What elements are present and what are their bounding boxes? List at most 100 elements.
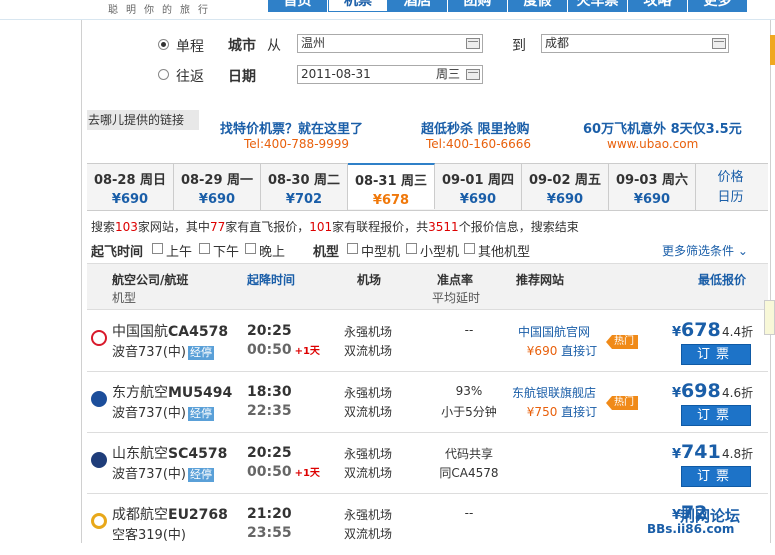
next-day-tag: +1天 [294, 346, 320, 357]
flight-airline[interactable]: 东方航空MU5494 [112, 382, 232, 402]
return-radio[interactable] [158, 69, 169, 80]
date-cell[interactable]: 08-28 周日 ¥690 [87, 164, 174, 210]
calendar-icon[interactable] [466, 69, 480, 80]
departure-airport: 永强机场 [344, 386, 393, 400]
afternoon-checkbox[interactable] [199, 243, 210, 254]
col-delay: 平均延时 [432, 291, 481, 305]
to-picker-icon[interactable] [712, 38, 726, 49]
arrival-time: 22:35 [247, 403, 295, 419]
from-picker-icon[interactable] [466, 38, 480, 49]
lowest-price-value: 741 [681, 441, 721, 463]
oneway-label: 单程 [176, 39, 204, 55]
date-cell[interactable]: 09-01 周四 ¥690 [435, 164, 522, 210]
flight-airline[interactable]: 山东航空SC4578 [112, 443, 227, 463]
ontime-rate: 93% [455, 384, 483, 398]
oneway-radio[interactable] [158, 39, 169, 50]
col-airport: 机场 [357, 273, 382, 287]
average-delay: 小于5分钟 [441, 405, 497, 419]
lowest-price[interactable]: ¥698 [672, 380, 721, 402]
stopover-badge[interactable]: 经停 [187, 468, 214, 482]
tab-vacation[interactable]: 度假 [508, 0, 568, 12]
mid-plane-label: 中型机 [361, 245, 401, 260]
sponsored-label: 去哪儿提供的链接 [87, 110, 199, 130]
stopover-badge[interactable]: 经停 [187, 407, 214, 421]
tab-more[interactable]: 更多 [688, 0, 748, 12]
china-eastern-logo-icon [91, 391, 107, 407]
col-times-sort[interactable]: 起降时间 [247, 271, 295, 288]
afternoon-label: 下午 [213, 245, 240, 260]
ontime-rate: -- [464, 323, 474, 337]
site-offer[interactable]: ¥690 直接订 [507, 342, 617, 359]
other-plane-checkbox[interactable] [464, 243, 475, 254]
tab-guides[interactable]: 攻略 [628, 0, 688, 12]
date-input[interactable]: 2011-08-31 周三 [297, 65, 483, 84]
departure-airport: 永强机场 [344, 447, 393, 461]
stopover-badge[interactable]: 经停 [187, 346, 214, 360]
from-label: 从 [267, 38, 281, 54]
from-city-input[interactable]: 温州 [297, 34, 483, 53]
tab-hotels[interactable]: 酒店 [388, 0, 448, 12]
date-cell-selected[interactable]: 08-31 周三 ¥678 [348, 163, 435, 209]
recommended-site[interactable]: 中国国航官网 [499, 323, 609, 340]
tab-groupbuy[interactable]: 团购 [448, 0, 508, 12]
summary-count: 101 [309, 220, 333, 234]
arrival-time-text: 00:50 [247, 342, 292, 358]
flight-airline[interactable]: 中国国航CA4578 [112, 321, 228, 341]
lowest-price[interactable]: ¥678 [672, 319, 721, 341]
book-button[interactable]: 订票 [681, 344, 751, 365]
ad-title-2[interactable]: 超低秒杀 限里抢购 [421, 118, 530, 137]
evening-checkbox[interactable] [245, 243, 256, 254]
date-cell-date: 08-31 周三 [354, 174, 428, 189]
summary-text: 家有直飞报价， [225, 220, 310, 234]
ad-phone-2[interactable]: Tel:400-160-6666 [426, 137, 531, 151]
recommended-site[interactable]: 东航银联旗舰店 [499, 384, 609, 401]
site-action: 直接订 [561, 405, 598, 419]
to-city-input[interactable]: 成都 [541, 34, 729, 53]
ad-title-1[interactable]: 找特价机票？就在这里了 [220, 118, 363, 137]
date-cell[interactable]: 08-29 周一 ¥690 [174, 164, 261, 210]
arrival-time: 23:55 [247, 525, 292, 541]
right-edge-tab[interactable] [770, 35, 775, 65]
mid-plane-checkbox[interactable] [347, 243, 358, 254]
right-side-widget[interactable] [764, 300, 775, 335]
date-cell-date: 09-03 周六 [615, 173, 689, 188]
tab-train[interactable]: 火车票 [568, 0, 628, 12]
chevron-down-icon: ⌄ [737, 244, 748, 258]
small-plane-checkbox[interactable] [406, 243, 417, 254]
arrival-time-text: 22:35 [247, 403, 292, 419]
book-button[interactable]: 订票 [681, 405, 751, 426]
date-cell[interactable]: 09-03 周六 ¥690 [609, 164, 696, 210]
date-cell-price: ¥690 [546, 192, 584, 207]
book-button[interactable]: 订票 [681, 466, 751, 487]
col-price-sort[interactable]: 最低报价 [698, 271, 746, 288]
date-cell-price: ¥690 [111, 192, 149, 207]
ad-title-3[interactable]: 60万飞机意外 8天仅3.5元 [583, 118, 742, 137]
ad-phone-3[interactable]: www.ubao.com [607, 137, 698, 151]
site-offer[interactable]: ¥750 直接订 [507, 403, 617, 420]
arrival-airport: 双流机场 [344, 344, 393, 358]
airline-name: 成都航空 [112, 507, 168, 523]
date-cell-date: 09-01 周四 [441, 173, 515, 188]
morning-label: 上午 [166, 245, 193, 260]
small-plane-label: 小型机 [420, 245, 460, 260]
site-price: ¥750 [526, 405, 558, 419]
evening-label: 晚上 [259, 245, 286, 260]
flight-airline[interactable]: 成都航空EU2768 [112, 504, 228, 524]
price-calendar-link[interactable]: 价格 日历 [696, 164, 765, 210]
more-filters-link[interactable]: 更多筛选条件 ⌄ [662, 242, 748, 259]
date-label: 日期 [228, 69, 256, 85]
lowest-price[interactable]: ¥741 [672, 441, 721, 463]
ad-phone-1[interactable]: Tel:400-788-9999 [244, 137, 349, 151]
codeshare-label: 代码共享 [444, 447, 493, 461]
tab-home[interactable]: 首页 [268, 0, 328, 12]
top-header: 聪明你的旅行 首页 机票 酒店 团购 度假 火车票 攻略 更多 [0, 0, 775, 20]
date-cell[interactable]: 09-02 周五 ¥690 [522, 164, 609, 210]
date-cell[interactable]: 08-30 周二 ¥702 [261, 164, 348, 210]
departure-airport: 永强机场 [344, 508, 393, 522]
site-price: ¥690 [526, 344, 558, 358]
tab-flights[interactable]: 机票 [328, 0, 388, 12]
plane-model: 空客319(中) [112, 528, 186, 543]
chengdu-airlines-logo-icon [91, 513, 107, 529]
shandong-airlines-logo-icon [91, 452, 107, 468]
morning-checkbox[interactable] [152, 243, 163, 254]
